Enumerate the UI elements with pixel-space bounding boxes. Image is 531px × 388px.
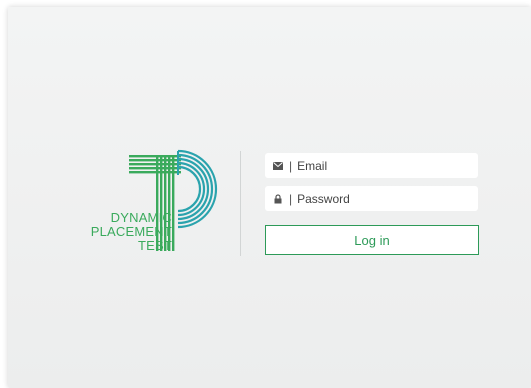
envelope-icon [273,161,283,171]
email-separator: | [289,158,293,173]
password-input[interactable] [297,191,458,206]
email-field[interactable]: | [265,153,478,178]
lock-icon [273,193,283,204]
vertical-divider [240,151,241,256]
app-window: DYNAMIC PLACEMENT TEST | | Log in [8,7,531,388]
logo-p-arcs [177,149,218,229]
login-button[interactable]: Log in [265,225,479,255]
logo-text-test: TEST [137,238,172,253]
password-separator: | [289,191,293,206]
email-input[interactable] [297,158,458,173]
dynamic-placement-test-logo: DYNAMIC PLACEMENT TEST [60,145,220,257]
password-field[interactable]: | [265,186,478,211]
logo-text-dynamic: DYNAMIC [110,210,172,225]
logo-text-placement: PLACEMENT [90,224,172,239]
